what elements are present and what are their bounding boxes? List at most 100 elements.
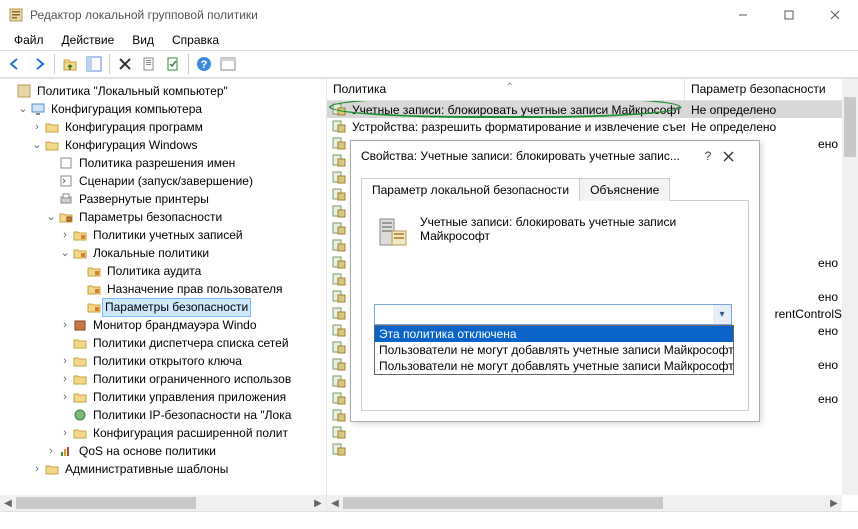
policy-item-icon [332,340,348,356]
policy-item-icon [332,408,348,424]
tree-pane: Политика "Локальный компьютер" ⌄ Конфигу… [0,79,327,511]
policy-item-icon [332,102,348,118]
app-icon [8,7,24,23]
tab-content: Учетные записи: блокировать учетные запи… [361,201,749,411]
dropdown-option[interactable]: Эта политика отключена [375,326,733,342]
menu-help[interactable]: Справка [164,31,227,49]
tab-local-security[interactable]: Параметр локальной безопасности [361,178,580,201]
policy-item-icon [332,187,348,203]
tree-restricted-software[interactable]: › Политики ограниченного использов [2,370,326,388]
maximize-button[interactable] [766,0,812,30]
folder-lock-icon [86,281,102,297]
tree-advanced-audit[interactable]: › Конфигурация расширенной полит [2,424,326,442]
up-button[interactable] [59,53,81,75]
back-button[interactable] [4,53,26,75]
chevron-down-icon[interactable]: ▾ [713,305,731,324]
dialog-help-button[interactable]: ? [693,149,723,163]
dropdown-option[interactable]: Пользователи не могут добавлять учетные … [375,358,733,374]
policy-item-icon [332,204,348,220]
tree-windows-settings[interactable]: ⌄ Конфигурация Windows [2,136,326,154]
folder-icon [44,137,60,153]
folder-icon [44,119,60,135]
script-icon [58,173,74,189]
help-button[interactable]: ? [193,53,215,75]
tab-explanation[interactable]: Объяснение [579,178,670,201]
policy-item-icon [332,306,348,322]
policy-item-icon [332,272,348,288]
minimize-button[interactable] [720,0,766,30]
tree-nlm-policies[interactable]: Политики диспетчера списка сетей [2,334,326,352]
policy-name: Устройства: разрешить форматирование и и… [352,120,685,134]
tree-app-control[interactable]: › Политики управления приложения [2,388,326,406]
forward-button[interactable] [28,53,50,75]
tree-root[interactable]: Политика "Локальный компьютер" [2,82,326,100]
tree-public-key[interactable]: › Политики открытого ключа [2,352,326,370]
menu-view[interactable]: Вид [124,31,162,49]
menu-bar: Файл Действие Вид Справка [0,30,858,50]
policy-item-icon [332,357,348,373]
policy-item-icon [332,442,348,458]
menu-file[interactable]: Файл [6,31,52,49]
tree-admin-templates[interactable]: › Административные шаблоны [2,460,326,478]
policy-item-icon [332,374,348,390]
server-icon [374,213,410,249]
policy-item-icon [332,238,348,254]
tree-local-policies[interactable]: ⌄ Локальные политики [2,244,326,262]
tree-horizontal-scrollbar[interactable]: ◀ ▶ [0,495,326,511]
column-security[interactable]: Параметр безопасности [685,79,858,100]
tree-security-settings[interactable]: ⌄ Параметры безопасности [2,208,326,226]
tree-scripts[interactable]: Сценарии (запуск/завершение) [2,172,326,190]
folder-lock-icon [72,227,88,243]
delete-button[interactable] [114,53,136,75]
tree-ipsec[interactable]: Политики IP-безопасности на "Лока [2,406,326,424]
dialog-tabs: Параметр локальной безопасности Объяснен… [361,177,749,201]
export-button[interactable] [138,53,160,75]
tree-view[interactable]: Политика "Локальный компьютер" ⌄ Конфигу… [0,79,326,495]
list-row[interactable]: Учетные записи: блокировать учетные запи… [327,101,858,118]
folder-icon [72,371,88,387]
list-row[interactable] [327,424,858,441]
policy-item-icon [332,289,348,305]
menu-action[interactable]: Действие [54,31,123,49]
policy-item-icon [332,136,348,152]
folder-lock-icon [86,299,102,315]
tree-software-settings[interactable]: › Конфигурация программ [2,118,326,136]
show-hide-tree-button[interactable] [83,53,105,75]
properties-button[interactable] [162,53,184,75]
close-button[interactable] [812,0,858,30]
policy-value: Не определено [685,120,858,134]
tree-computer-config[interactable]: ⌄ Конфигурация компьютера [2,100,326,118]
toolbar: ? [0,50,858,78]
list-vertical-scrollbar[interactable] [842,79,858,495]
tree-qos[interactable]: › QoS на основе политики [2,442,326,460]
policy-value-dropdown[interactable]: ▾ Эта политика отключена Пользователи не… [374,304,732,325]
list-row[interactable]: Устройства: разрешить форматирование и и… [327,118,858,135]
refresh-button[interactable] [217,53,239,75]
policy-item-icon [332,170,348,186]
policy-item-icon [332,153,348,169]
status-bar [0,511,858,529]
title-bar: Редактор локальной групповой политики [0,0,858,30]
policy-item-icon [332,119,348,135]
tree-security-options[interactable]: Параметры безопасности [2,298,326,316]
tree-account-policies[interactable]: › Политики учетных записей [2,226,326,244]
folder-icon [72,353,88,369]
tree-name-resolution[interactable]: Политика разрешения имен [2,154,326,172]
tree-user-rights[interactable]: Назначение прав пользователя [2,280,326,298]
list-row[interactable] [327,441,858,458]
tree-audit-policy[interactable]: Политика аудита [2,262,326,280]
ipsec-icon [72,407,88,423]
tree-firewall-monitor[interactable]: › Монитор брандмауэра Windo [2,316,326,334]
dialog-close-button[interactable] [723,151,753,162]
dropdown-option[interactable]: Пользователи не могут добавлять учетные … [375,342,733,358]
folder-lock-icon [86,263,102,279]
list-header: Политика ⌃ Параметр безопасности [327,79,858,101]
sort-indicator-icon: ⌃ [506,82,514,93]
policy-name: Учетные записи: блокировать учетные запи… [352,103,682,117]
dialog-title: Свойства: Учетные записи: блокировать уч… [361,149,693,163]
tree-deployed-printers[interactable]: Развернутые принтеры [2,190,326,208]
dialog-title-bar[interactable]: Свойства: Учетные записи: блокировать уч… [351,141,759,171]
policy-item-icon [332,255,348,271]
column-policy[interactable]: Политика ⌃ [327,79,685,100]
list-horizontal-scrollbar[interactable]: ◀ ▶ [327,495,842,511]
